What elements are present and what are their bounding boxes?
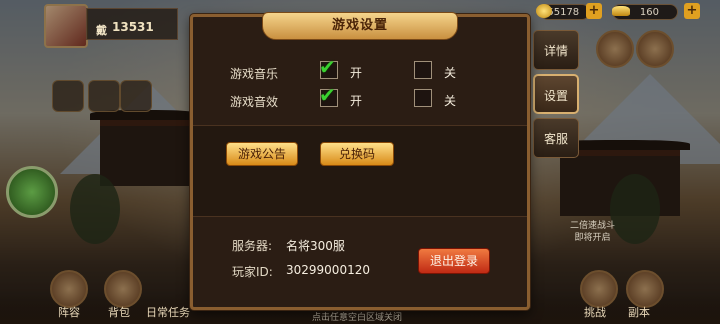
reward-icon[interactable] — [596, 30, 634, 68]
player-name: 戴 — [96, 24, 107, 37]
tree-decoration — [70, 174, 120, 244]
promo-line: 即将开启 — [574, 233, 611, 243]
sound-on-label: 开 — [350, 94, 363, 108]
tab-customer-service[interactable]: 客服 — [533, 118, 579, 158]
tree-decoration — [610, 174, 660, 244]
music-off-label: 关 — [444, 66, 457, 80]
redeem-code-button[interactable]: 兑换码 — [320, 142, 394, 166]
mail-icon[interactable] — [88, 80, 120, 112]
add-gold-button[interactable]: + — [586, 3, 602, 19]
temple-building — [90, 110, 200, 186]
nav-challenge[interactable]: 挑战 — [584, 304, 606, 320]
challenge-icon[interactable] — [580, 270, 618, 308]
server-label: 服务器: — [232, 239, 273, 253]
nav-bag[interactable]: 背包 — [108, 304, 130, 320]
event-icon[interactable] — [120, 80, 152, 112]
lineup-icon[interactable] — [50, 270, 88, 308]
music-off-checkbox[interactable] — [414, 61, 432, 79]
player-id-value: 30299000120 — [286, 263, 370, 277]
logout-button[interactable]: 退出登录 — [418, 248, 490, 274]
gold-coin-icon — [536, 4, 552, 18]
player-id-label: 玩家ID: — [232, 265, 273, 279]
skill-orb-button[interactable] — [6, 166, 58, 218]
bag-icon[interactable] — [104, 270, 142, 308]
nav-lineup[interactable]: 阵容 — [58, 304, 80, 320]
sound-label: 游戏音效 — [230, 95, 279, 109]
activity-icon[interactable] — [636, 30, 674, 68]
tab-settings[interactable]: 设置 — [533, 74, 579, 114]
add-friend-icon[interactable] — [52, 80, 84, 112]
close-hint: 点击任意空白区域关闭 — [312, 313, 403, 323]
nav-daily-tasks[interactable]: 日常任务 — [146, 304, 190, 320]
sound-off-checkbox[interactable] — [414, 89, 432, 107]
player-power: 13531 — [112, 20, 154, 34]
checkmark-icon: ✔ — [319, 83, 336, 107]
promo-line: 二倍速战斗 — [570, 221, 616, 231]
dungeon-icon[interactable] — [626, 270, 664, 308]
promo-text: 二倍速战斗 即将开启 — [570, 220, 615, 244]
server-value: 名将300服 — [286, 239, 345, 253]
music-label: 游戏音乐 — [230, 67, 279, 81]
section-divider — [193, 216, 527, 217]
music-on-label: 开 — [350, 66, 363, 80]
dialog-title: 游戏设置 — [331, 18, 388, 33]
buttons-panel — [193, 126, 527, 216]
nav-dungeon[interactable]: 副本 — [628, 304, 650, 320]
sound-off-label: 关 — [444, 94, 457, 108]
ingot-icon — [612, 6, 630, 16]
tab-details[interactable]: 详情 — [533, 30, 579, 70]
add-ingot-button[interactable]: + — [684, 3, 700, 19]
ingot-value: 160 — [639, 7, 659, 18]
player-avatar[interactable] — [44, 4, 88, 48]
checkmark-icon: ✔ — [319, 55, 336, 79]
game-notice-button[interactable]: 游戏公告 — [226, 142, 298, 166]
